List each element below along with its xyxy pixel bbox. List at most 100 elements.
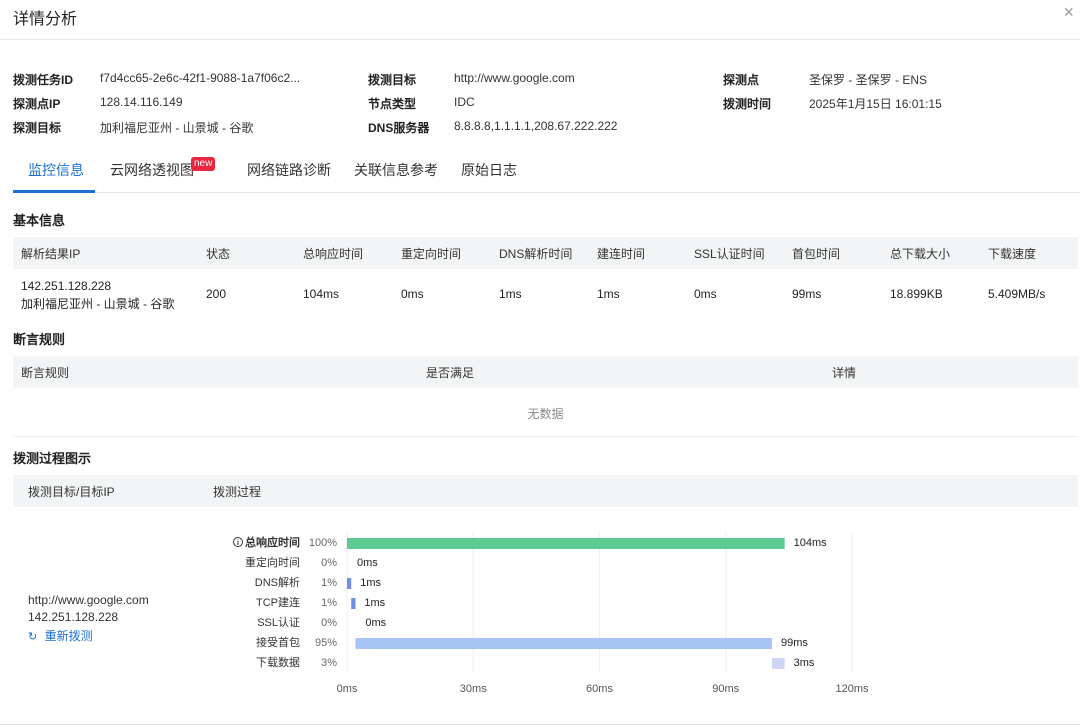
process-table-header: 拨测目标/目标IP 拨测过程 (13, 475, 1078, 507)
info-label: 拨测时间 (723, 97, 772, 111)
section-title-process: 拨测过程图示 (13, 451, 92, 466)
column-header: 重定向时间 (401, 247, 462, 261)
category-label: TCP建连 (256, 595, 300, 609)
info-value: 8.8.8.8,1.1.1.1,208.67.222.222 (454, 119, 618, 133)
column-header: 总响应时间 (303, 247, 364, 261)
x-tick-label: 60ms (586, 683, 613, 695)
column-header: 拨测目标/目标IP (28, 485, 115, 499)
info-label: 探测点 (723, 73, 760, 87)
close-icon[interactable]: × (1063, 3, 1074, 21)
divider (13, 436, 1078, 437)
column-header: 首包时间 (792, 247, 841, 261)
column-header: 是否满足 (426, 366, 475, 380)
ssl-time: 0ms (694, 287, 717, 301)
timing-bar (772, 658, 785, 669)
info-label: 探测目标 (13, 121, 62, 135)
column-header: 详情 (832, 366, 857, 380)
tab-monitoring[interactable]: 监控信息 (28, 160, 84, 180)
tab-raw-log[interactable]: 原始日志 (461, 160, 517, 180)
resolved-location: 加利福尼亚州 - 山景城 - 谷歌 (21, 297, 175, 311)
percent-label: 3% (321, 657, 337, 669)
column-header: SSL认证时间 (694, 247, 765, 261)
target-ip: 142.251.128.228 (28, 610, 119, 624)
section-title-assertion: 断言规则 (13, 332, 66, 347)
category-label: SSL认证 (257, 616, 300, 629)
info-label: DNS服务器 (368, 121, 430, 135)
new-badge: new (191, 157, 216, 171)
assertion-table-header: 断言规则 是否满足 详情 (13, 356, 1078, 388)
info-label: 拨测任务ID (13, 73, 74, 87)
percent-label: 0% (321, 617, 337, 629)
category-label: DNS解析 (255, 575, 300, 589)
info-value: http://www.google.com (454, 71, 575, 85)
active-tab-indicator (13, 190, 95, 193)
info-label: 拨测目标 (368, 73, 417, 87)
column-header: 总下载大小 (890, 247, 951, 261)
retry-label: 重新拨测 (44, 629, 93, 643)
value-label: 104ms (794, 537, 828, 549)
dns-time: 1ms (499, 287, 522, 301)
info-value: IDC (454, 95, 475, 109)
column-header: DNS解析时间 (499, 247, 573, 261)
download-size: 18.899KB (890, 287, 943, 301)
column-header: 断言规则 (21, 366, 70, 380)
percent-label: 1% (321, 597, 337, 609)
tab-link-diagnosis[interactable]: 网络链路诊断 (247, 160, 331, 180)
category-label: 总响应时间 (245, 535, 300, 549)
info-value: f7d4cc65-2e6c-42f1-9088-1a7f06c2... (100, 71, 301, 85)
column-header: 拨测过程 (213, 485, 262, 499)
timing-bar (347, 578, 352, 589)
timing-bar (347, 538, 785, 549)
value-label: 1ms (364, 597, 385, 609)
value-label: 0ms (357, 557, 378, 569)
download-speed: 5.409MB/s (988, 287, 1046, 301)
status-code: 200 (206, 287, 227, 301)
value-label: 99ms (781, 637, 808, 649)
connect-time: 1ms (597, 287, 620, 301)
tab-bar: 监控信息 云网络透视图 new 网络链路诊断 关联信息参考 原始日志 (13, 150, 1080, 193)
dialog-title: 详情分析 (13, 11, 78, 28)
category-label: 接受首包 (256, 635, 300, 649)
x-tick-label: 0ms (337, 683, 358, 695)
x-tick-label: 90ms (712, 683, 739, 695)
info-value: 圣保罗 - 圣保罗 - ENS (809, 73, 928, 87)
target-url: http://www.google.com (28, 593, 149, 607)
timing-bar (355, 638, 773, 649)
category-label: 重定向时间 (245, 555, 300, 569)
first-packet-time: 99ms (792, 287, 822, 301)
value-label: 0ms (365, 617, 386, 629)
info-icon-glyph: i (237, 540, 239, 547)
refresh-icon: ↻ (28, 631, 38, 643)
info-value: 加利福尼亚州 - 山景城 - 谷歌 (100, 121, 254, 135)
percent-label: 100% (309, 537, 337, 549)
category-label: 下载数据 (256, 655, 300, 669)
percent-label: 95% (315, 637, 337, 649)
retry-button[interactable]: ↻ 重新拨测 (28, 627, 93, 644)
info-value: 2025年1月15日 16:01:15 (809, 97, 942, 111)
x-tick-label: 120ms (835, 683, 869, 695)
timing-bar (351, 598, 356, 609)
percent-label: 1% (321, 577, 337, 589)
divider (0, 724, 1080, 725)
info-label: 节点类型 (368, 97, 417, 111)
column-header: 建连时间 (597, 247, 646, 261)
redirect-time: 0ms (401, 287, 424, 301)
tab-cloud-network-view[interactable]: 云网络透视图 (110, 160, 194, 180)
resolved-ip: 142.251.128.228 (21, 279, 112, 293)
percent-label: 0% (321, 557, 337, 569)
dialog-header: 详情分析 × (0, 0, 1080, 40)
process-waterfall-chart: 0ms 30ms 60ms 90ms 120ms i 总响应时间 100% 104ms 重定向时间… (233, 533, 869, 695)
column-header: 解析结果IP (21, 247, 81, 261)
section-title-basic-info: 基本信息 (13, 213, 66, 228)
info-label: 探测点IP (13, 97, 61, 111)
column-header: 下载速度 (988, 247, 1037, 261)
column-header: 状态 (206, 247, 231, 261)
basic-info-table-header: 解析结果IP 状态 总响应时间 重定向时间 DNS解析时间 建连时间 SSL认证… (13, 237, 1078, 269)
empty-state: 无数据 (527, 407, 564, 421)
tab-related-info[interactable]: 关联信息参考 (354, 160, 438, 180)
value-label: 3ms (794, 657, 815, 669)
value-label: 1ms (360, 577, 381, 589)
total-response-time: 104ms (303, 287, 340, 301)
x-tick-label: 30ms (460, 683, 487, 695)
info-value: 128.14.116.149 (100, 95, 183, 109)
